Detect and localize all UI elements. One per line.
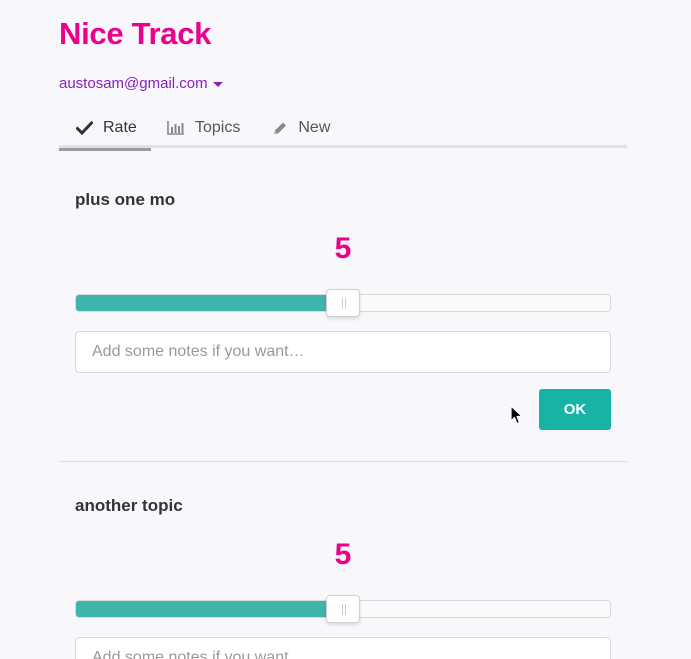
user-menu[interactable]: austosam@gmail.com — [59, 75, 223, 92]
user-email: austosam@gmail.com — [59, 75, 208, 92]
tab-topics-label: Topics — [195, 119, 241, 136]
rating-slider[interactable] — [75, 289, 611, 317]
topic-title: another topic — [75, 496, 183, 515]
topic-card: another topic 5 — [59, 476, 627, 659]
rating-value: 5 — [334, 232, 352, 265]
notes-input[interactable] — [75, 331, 611, 373]
notes-input[interactable] — [75, 637, 611, 659]
tab-bar: Rate Topics New — [59, 108, 627, 151]
rating-value: 5 — [334, 538, 352, 571]
slider-handle[interactable] — [326, 595, 360, 623]
caret-down-icon — [212, 82, 223, 87]
bar-chart-icon — [167, 121, 185, 135]
slider-fill — [76, 601, 343, 617]
tab-rate[interactable]: Rate — [59, 108, 151, 151]
slider-fill — [76, 295, 343, 311]
ok-button[interactable]: OK — [539, 389, 611, 430]
tab-rate-label: Rate — [103, 119, 137, 136]
tab-topics[interactable]: Topics — [151, 108, 256, 148]
topic-title: plus one mo — [75, 190, 176, 209]
slider-handle[interactable] — [326, 289, 360, 317]
pencil-icon — [272, 121, 288, 136]
tab-new-label: New — [298, 119, 331, 136]
topic-card: plus one mo 5 OK — [59, 170, 627, 462]
check-icon — [76, 121, 93, 135]
app-page: Nice Track austosam@gmail.com Rate Topic… — [0, 0, 691, 659]
rating-slider[interactable] — [75, 595, 611, 623]
app-title: Nice Track — [59, 16, 212, 51]
tab-new[interactable]: New — [256, 108, 346, 148]
